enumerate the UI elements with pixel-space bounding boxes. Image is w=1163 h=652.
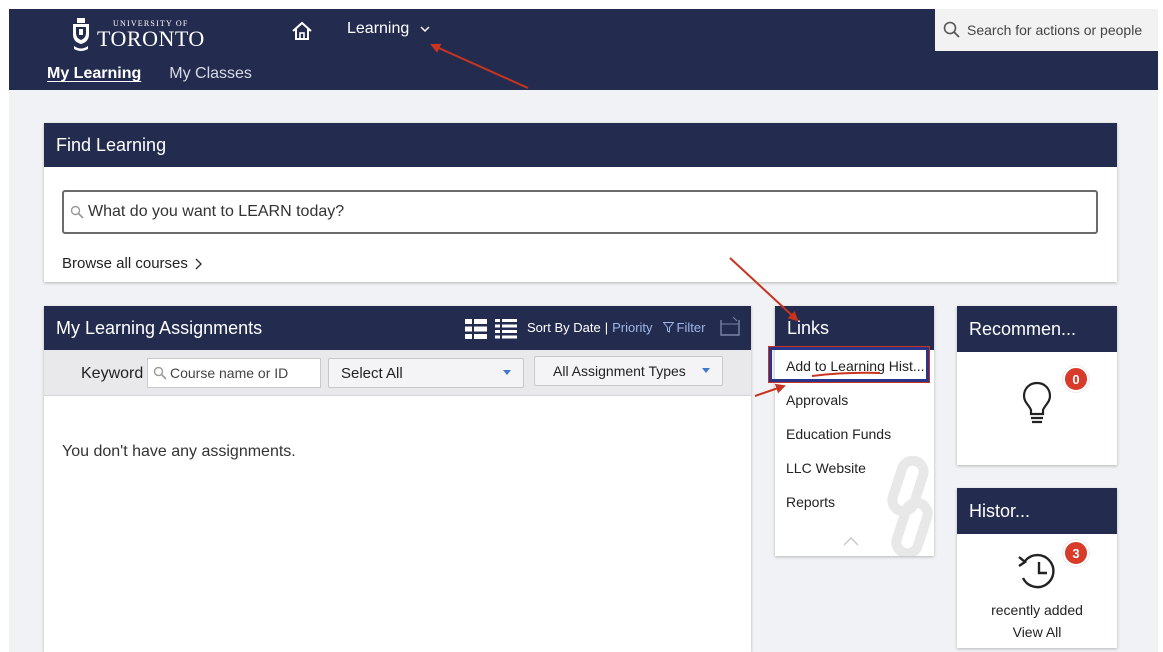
chain-link-icon	[887, 456, 933, 556]
logo-big-text: TORONTO	[97, 26, 205, 51]
filter-icon	[662, 322, 674, 333]
search-icon	[153, 366, 167, 380]
dropdown-arrow-icon	[702, 368, 710, 373]
links-panel: Links Add to Learning Hist... Approvals …	[775, 306, 934, 556]
assignments-filter-bar: Keyword Select All All Assignment Types	[44, 350, 751, 396]
sort-separator: |	[604, 320, 609, 335]
keyword-input[interactable]	[170, 365, 320, 381]
learning-menu[interactable]: Learning	[347, 20, 431, 38]
history-title: Histor...	[957, 488, 1117, 534]
recommended-count-badge: 0	[1063, 366, 1089, 392]
view-toggle	[465, 318, 517, 340]
link-reports[interactable]: Reports	[786, 494, 835, 510]
sort-controls: Sort By Date | Priority Filter	[527, 320, 705, 335]
recently-added-label: recently added	[991, 602, 1083, 618]
history-count-badge: 3	[1063, 540, 1089, 566]
view-all-link[interactable]: View All	[957, 624, 1117, 640]
dropdown-arrow-icon	[503, 370, 511, 375]
chevron-up-icon[interactable]	[843, 536, 859, 546]
link-llc-website[interactable]: LLC Website	[786, 460, 866, 476]
link-approvals[interactable]: Approvals	[786, 392, 848, 408]
assignment-type-value: All Assignment Types	[553, 363, 686, 379]
no-assignments-message: You don't have any assignments.	[62, 443, 296, 460]
sort-priority-link[interactable]: Priority	[612, 320, 652, 335]
browse-all-courses-label: Browse all courses	[62, 255, 188, 272]
recommended-panel[interactable]: Recommen... 0	[957, 306, 1117, 465]
search-icon	[70, 205, 84, 219]
learn-search-field[interactable]	[62, 190, 1098, 234]
history-clock-icon	[1018, 553, 1055, 589]
sort-by-date-link[interactable]: Sort By Date	[527, 320, 601, 335]
crest-icon	[73, 18, 89, 51]
global-search-input[interactable]	[967, 22, 1157, 38]
learning-menu-label: Learning	[347, 20, 410, 37]
filter-label: Filter	[676, 320, 706, 335]
chevron-down-icon	[420, 26, 430, 33]
find-learning-title: Find Learning	[44, 123, 1117, 167]
find-learning-panel: Find Learning Browse all courses	[44, 123, 1117, 282]
learning-assignments-panel: My Learning Assignments Sort By Date | P…	[44, 306, 751, 652]
tab-my-learning[interactable]: My Learning	[47, 65, 141, 83]
page: UNIVERSITY OF TORONTO Learning My Learni…	[0, 0, 1163, 652]
chevron-right-icon	[195, 258, 202, 269]
recommended-title: Recommen...	[957, 306, 1117, 352]
home-icon[interactable]	[291, 20, 313, 42]
detail-list-icon[interactable]	[495, 318, 517, 340]
top-navigation-bar: UNIVERSITY OF TORONTO Learning My Learni…	[9, 9, 1158, 90]
status-select[interactable]: Select All	[328, 358, 524, 388]
global-search[interactable]	[935, 9, 1158, 51]
filter-button[interactable]: Filter	[662, 320, 706, 335]
lightbulb-icon	[1022, 381, 1052, 424]
status-select-value: Select All	[341, 364, 403, 382]
assignments-title: My Learning Assignments	[56, 317, 263, 338]
sub-navigation: My Learning My Classes	[47, 65, 252, 83]
list-view-icon[interactable]	[465, 318, 487, 340]
assignment-type-select[interactable]: All Assignment Types	[534, 356, 723, 386]
collapse-tray-icon[interactable]	[720, 316, 740, 336]
link-highlight-box	[769, 347, 929, 382]
history-panel[interactable]: Histor... 3 recently added View All	[957, 488, 1117, 648]
assignments-header: My Learning Assignments Sort By Date | P…	[44, 306, 751, 350]
learn-search-input[interactable]	[88, 203, 1068, 221]
tab-my-classes[interactable]: My Classes	[169, 65, 252, 83]
search-icon	[943, 21, 960, 38]
university-logo[interactable]: UNIVERSITY OF TORONTO	[71, 14, 205, 56]
browse-all-courses-link[interactable]: Browse all courses	[62, 255, 203, 272]
links-title: Links	[775, 306, 934, 350]
keyword-field[interactable]	[147, 358, 321, 388]
link-education-funds[interactable]: Education Funds	[786, 426, 891, 442]
keyword-label: Keyword	[81, 365, 144, 382]
